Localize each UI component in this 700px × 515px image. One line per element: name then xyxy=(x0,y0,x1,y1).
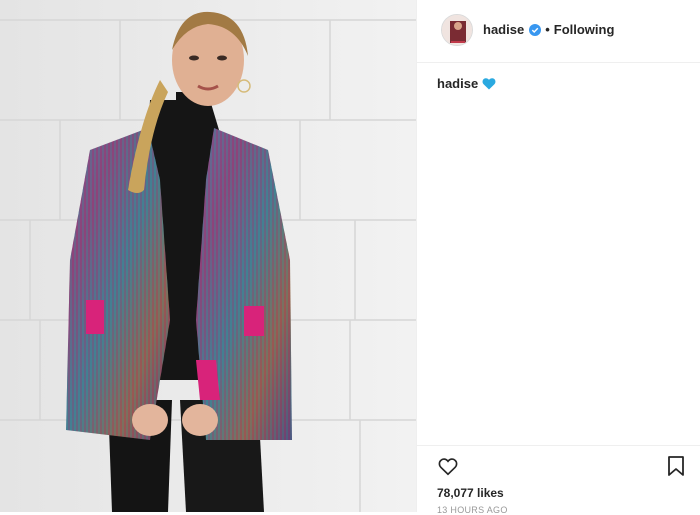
header-username[interactable]: hadise xyxy=(483,22,524,37)
bookmark-icon xyxy=(668,456,684,476)
post-timestamp[interactable]: 13 HOURS AGO xyxy=(437,505,508,515)
verified-badge-icon xyxy=(529,23,542,36)
blue-heart-emoji-icon xyxy=(482,77,496,90)
post-image[interactable] xyxy=(0,0,416,512)
like-button[interactable] xyxy=(437,455,459,477)
heart-outline-icon xyxy=(438,458,458,476)
save-button[interactable] xyxy=(667,455,685,477)
post-side-panel: hadise • Following hadise 78,077 likes 1… xyxy=(416,0,700,515)
post-header: hadise • Following xyxy=(417,0,700,63)
post-actions: 78,077 likes 13 HOURS AGO xyxy=(417,445,700,515)
likes-count[interactable]: 78,077 likes xyxy=(437,486,504,500)
header-user-info: hadise • Following xyxy=(483,22,614,37)
header-separator: • xyxy=(545,22,550,37)
following-button[interactable]: Following xyxy=(554,22,615,37)
post-caption: hadise xyxy=(437,76,496,91)
caption-username[interactable]: hadise xyxy=(437,76,478,91)
post-photo xyxy=(0,0,416,512)
avatar[interactable] xyxy=(441,14,473,46)
